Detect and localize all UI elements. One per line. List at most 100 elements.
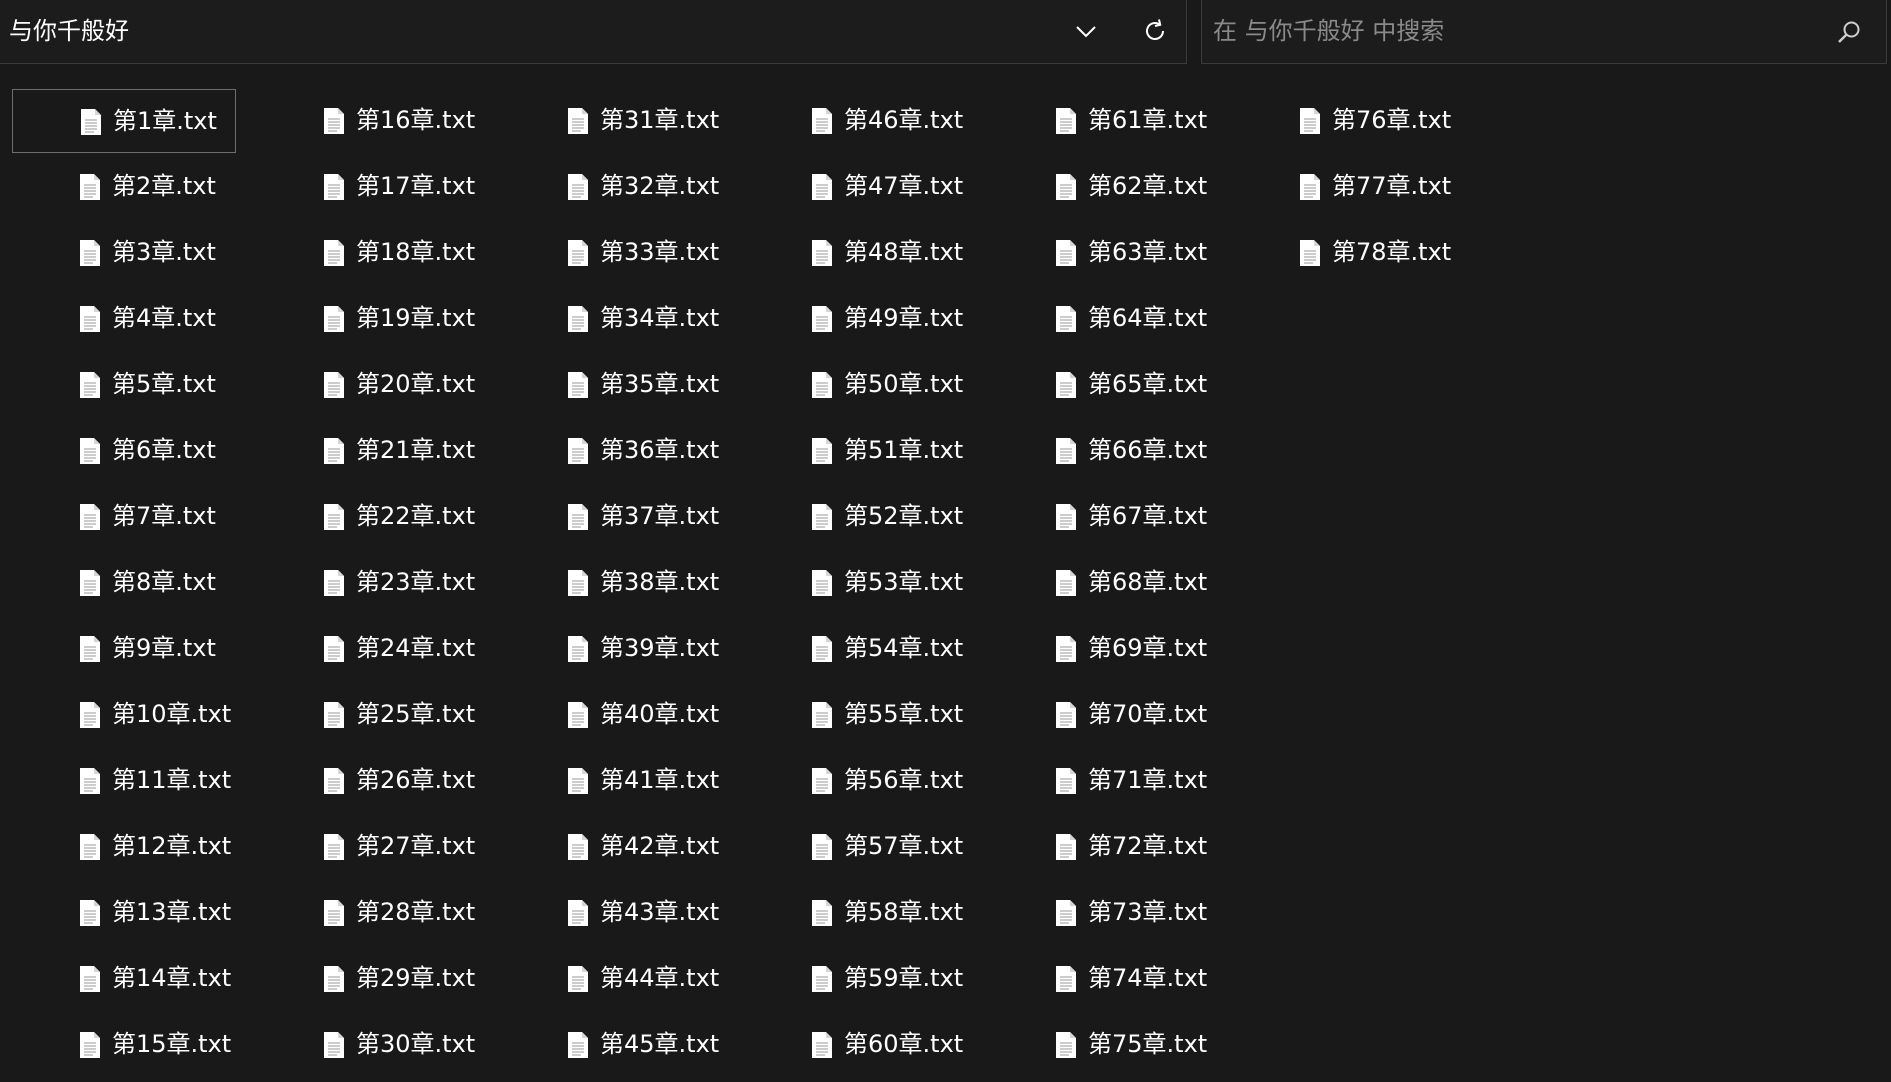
file-item[interactable]: 第75章.txt bbox=[988, 1013, 1212, 1077]
file-name: 第27章.txt bbox=[356, 832, 476, 860]
file-item[interactable]: 第33章.txt bbox=[500, 221, 724, 285]
file-item[interactable]: 第39章.txt bbox=[500, 617, 724, 681]
file-name: 第64章.txt bbox=[1088, 304, 1208, 332]
file-name: 第24章.txt bbox=[356, 634, 476, 662]
file-item[interactable]: 第7章.txt bbox=[12, 485, 236, 549]
file-item[interactable]: 第16章.txt bbox=[256, 89, 480, 153]
file-item[interactable]: 第2章.txt bbox=[12, 155, 236, 219]
file-item[interactable]: 第44章.txt bbox=[500, 947, 724, 1011]
file-item[interactable]: 第26章.txt bbox=[256, 749, 480, 813]
file-item[interactable]: 第31章.txt bbox=[500, 89, 724, 153]
file-item[interactable]: 第40章.txt bbox=[500, 683, 724, 747]
file-item[interactable]: 第50章.txt bbox=[744, 353, 968, 417]
text-document-icon bbox=[79, 1031, 101, 1059]
file-name: 第48章.txt bbox=[844, 238, 964, 266]
file-item[interactable]: 第32章.txt bbox=[500, 155, 724, 219]
file-item[interactable]: 第11章.txt bbox=[12, 749, 236, 813]
file-item[interactable]: 第13章.txt bbox=[12, 881, 236, 945]
file-item[interactable]: 第21章.txt bbox=[256, 419, 480, 483]
file-item[interactable]: 第52章.txt bbox=[744, 485, 968, 549]
file-item[interactable]: 第61章.txt bbox=[988, 89, 1212, 153]
file-item[interactable]: 第1章.txt bbox=[12, 89, 236, 153]
file-item[interactable]: 第12章.txt bbox=[12, 815, 236, 879]
file-item[interactable]: 第18章.txt bbox=[256, 221, 480, 285]
file-item[interactable]: 第45章.txt bbox=[500, 1013, 724, 1077]
text-document-icon bbox=[567, 305, 589, 333]
file-item[interactable]: 第54章.txt bbox=[744, 617, 968, 681]
file-name: 第39章.txt bbox=[600, 634, 720, 662]
file-item[interactable]: 第46章.txt bbox=[744, 89, 968, 153]
file-item[interactable]: 第5章.txt bbox=[12, 353, 236, 417]
file-item[interactable]: 第17章.txt bbox=[256, 155, 480, 219]
file-item[interactable]: 第43章.txt bbox=[500, 881, 724, 945]
file-item[interactable]: 第24章.txt bbox=[256, 617, 480, 681]
file-list: 第1章.txt 第2章.txt 第3章.txt 第4章.txt 第5章.txt 第6章.t… bbox=[0, 66, 1891, 1082]
file-item[interactable]: 第78章.txt bbox=[1232, 221, 1456, 285]
file-item[interactable]: 第4章.txt bbox=[12, 287, 236, 351]
file-item[interactable]: 第65章.txt bbox=[988, 353, 1212, 417]
refresh-icon[interactable] bbox=[1136, 12, 1174, 50]
file-item[interactable]: 第48章.txt bbox=[744, 221, 968, 285]
file-item[interactable]: 第56章.txt bbox=[744, 749, 968, 813]
search-box[interactable] bbox=[1201, 0, 1887, 64]
file-item[interactable]: 第8章.txt bbox=[12, 551, 236, 615]
text-document-icon bbox=[323, 701, 345, 729]
file-name: 第77章.txt bbox=[1332, 172, 1452, 200]
file-item[interactable]: 第66章.txt bbox=[988, 419, 1212, 483]
file-name: 第17章.txt bbox=[356, 172, 476, 200]
file-item[interactable]: 第22章.txt bbox=[256, 485, 480, 549]
file-item[interactable]: 第37章.txt bbox=[500, 485, 724, 549]
file-item[interactable]: 第9章.txt bbox=[12, 617, 236, 681]
file-item[interactable]: 第71章.txt bbox=[988, 749, 1212, 813]
file-name: 第47章.txt bbox=[844, 172, 964, 200]
file-item[interactable]: 第69章.txt bbox=[988, 617, 1212, 681]
file-item[interactable]: 第55章.txt bbox=[744, 683, 968, 747]
address-bar[interactable]: 与你千般好 bbox=[0, 0, 1187, 64]
address-path[interactable]: 与你千般好 bbox=[9, 15, 129, 47]
file-item[interactable]: 第49章.txt bbox=[744, 287, 968, 351]
file-item[interactable]: 第63章.txt bbox=[988, 221, 1212, 285]
text-document-icon bbox=[811, 899, 833, 927]
file-item[interactable]: 第59章.txt bbox=[744, 947, 968, 1011]
file-item[interactable]: 第23章.txt bbox=[256, 551, 480, 615]
file-item[interactable]: 第28章.txt bbox=[256, 881, 480, 945]
file-item[interactable]: 第30章.txt bbox=[256, 1013, 480, 1077]
file-item[interactable]: 第68章.txt bbox=[988, 551, 1212, 615]
file-item[interactable]: 第53章.txt bbox=[744, 551, 968, 615]
file-item[interactable]: 第36章.txt bbox=[500, 419, 724, 483]
file-item[interactable]: 第74章.txt bbox=[988, 947, 1212, 1011]
file-item[interactable]: 第3章.txt bbox=[12, 221, 236, 285]
text-document-icon bbox=[79, 569, 101, 597]
file-item[interactable]: 第64章.txt bbox=[988, 287, 1212, 351]
file-item[interactable]: 第41章.txt bbox=[500, 749, 724, 813]
file-item[interactable]: 第29章.txt bbox=[256, 947, 480, 1011]
file-item[interactable]: 第76章.txt bbox=[1232, 89, 1456, 153]
file-item[interactable]: 第10章.txt bbox=[12, 683, 236, 747]
file-item[interactable]: 第72章.txt bbox=[988, 815, 1212, 879]
file-item[interactable]: 第62章.txt bbox=[988, 155, 1212, 219]
search-input[interactable] bbox=[1213, 14, 1813, 48]
file-item[interactable]: 第35章.txt bbox=[500, 353, 724, 417]
file-item[interactable]: 第51章.txt bbox=[744, 419, 968, 483]
file-item[interactable]: 第77章.txt bbox=[1232, 155, 1456, 219]
file-item[interactable]: 第58章.txt bbox=[744, 881, 968, 945]
file-item[interactable]: 第6章.txt bbox=[12, 419, 236, 483]
file-item[interactable]: 第27章.txt bbox=[256, 815, 480, 879]
file-item[interactable]: 第14章.txt bbox=[12, 947, 236, 1011]
file-item[interactable]: 第34章.txt bbox=[500, 287, 724, 351]
file-item[interactable]: 第73章.txt bbox=[988, 881, 1212, 945]
chevron-down-icon[interactable] bbox=[1068, 14, 1104, 50]
file-item[interactable]: 第20章.txt bbox=[256, 353, 480, 417]
file-item[interactable]: 第60章.txt bbox=[744, 1013, 968, 1077]
file-item[interactable]: 第38章.txt bbox=[500, 551, 724, 615]
file-item[interactable]: 第70章.txt bbox=[988, 683, 1212, 747]
text-document-icon bbox=[1299, 239, 1321, 267]
file-item[interactable]: 第57章.txt bbox=[744, 815, 968, 879]
file-item[interactable]: 第47章.txt bbox=[744, 155, 968, 219]
file-item[interactable]: 第25章.txt bbox=[256, 683, 480, 747]
search-icon[interactable] bbox=[1833, 16, 1865, 48]
file-item[interactable]: 第19章.txt bbox=[256, 287, 480, 351]
file-item[interactable]: 第15章.txt bbox=[12, 1013, 236, 1077]
file-item[interactable]: 第67章.txt bbox=[988, 485, 1212, 549]
file-item[interactable]: 第42章.txt bbox=[500, 815, 724, 879]
